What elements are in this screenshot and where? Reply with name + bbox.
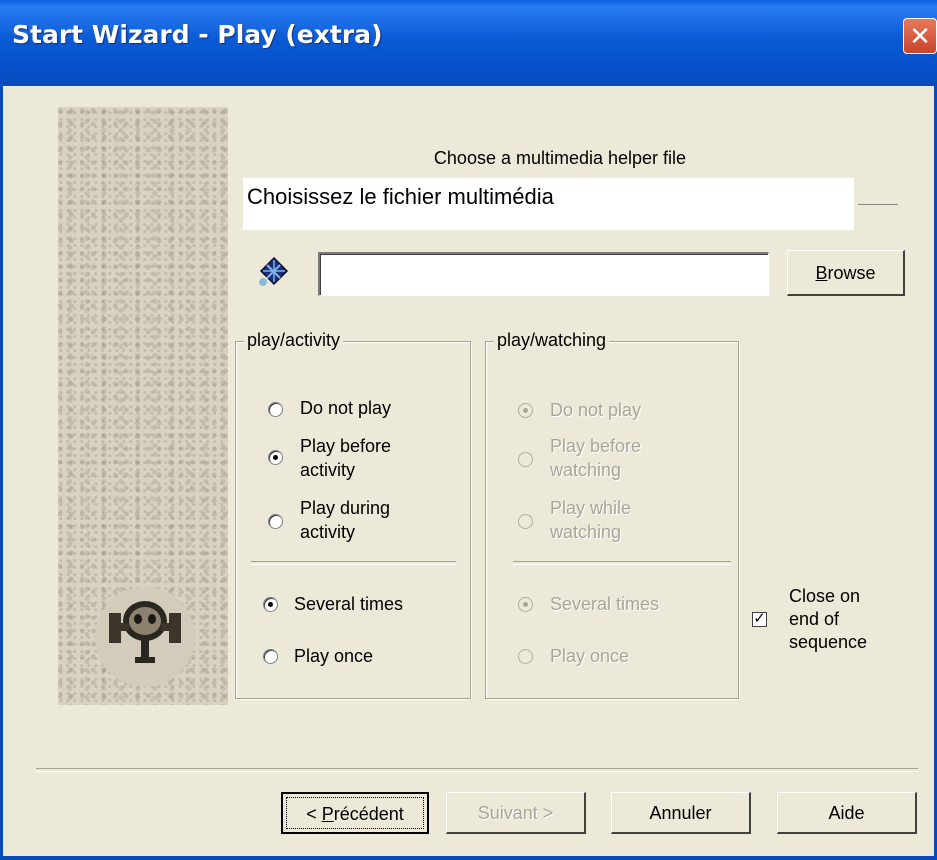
divider [858, 204, 898, 205]
window-title: Start Wizard - Play (extra) [12, 20, 383, 49]
window-border-bottom [0, 856, 937, 860]
play-watching-group: play/watching Do not play Play before wa… [485, 330, 739, 699]
radio-circle[interactable] [263, 597, 278, 612]
help-button[interactable]: Aide [777, 792, 917, 834]
radio-play-before-activity[interactable]: Play before activity [268, 434, 458, 484]
radio-circle[interactable] [518, 403, 533, 418]
radio-circle[interactable] [268, 514, 283, 529]
checkbox-box[interactable]: ✓ [752, 611, 767, 627]
separator [513, 561, 731, 565]
radio-play-during-activity[interactable]: Play during activity [268, 496, 458, 546]
title-bar[interactable]: Start Wizard - Play (extra) ✕ [0, 0, 937, 86]
skull-emblem-icon [95, 587, 195, 687]
bottom-separator [36, 768, 918, 772]
previous-button[interactable]: < Précédent [281, 792, 429, 834]
choose-file-label: Choose a multimedia helper file [433, 148, 687, 168]
window-border-left [0, 86, 3, 860]
group-title: play/activity [244, 330, 344, 351]
focus-rect: < Précédent [286, 797, 424, 829]
radio-play-before-watching[interactable]: Play before watching [518, 434, 718, 484]
close-button[interactable]: ✕ [903, 18, 937, 54]
french-prompt-field: Choisissez le fichier multimédia [243, 178, 854, 230]
file-path-input[interactable] [318, 252, 769, 296]
cancel-button[interactable]: Annuler [611, 792, 751, 834]
radio-circle[interactable] [518, 514, 533, 529]
wizard-window: Start Wizard - Play (extra) ✕ Choose a m… [0, 0, 937, 860]
radio-circle[interactable] [268, 402, 283, 417]
radio-circle[interactable] [518, 597, 533, 612]
radio-play-while-watching[interactable]: Play while watching [518, 496, 718, 546]
radio-circle[interactable] [268, 450, 283, 465]
next-button[interactable]: Suivant > [446, 792, 586, 834]
group-title: play/watching [494, 330, 610, 351]
browse-button[interactable]: Browse [787, 250, 905, 296]
close-on-end-label: Close on end of sequence [789, 586, 868, 652]
radio-circle[interactable] [263, 649, 278, 664]
separator [251, 561, 456, 565]
radio-circle[interactable] [518, 452, 533, 467]
multimedia-file-icon [257, 254, 291, 293]
play-activity-group: play/activity Do not play Play before ac… [235, 330, 471, 699]
radio-circle[interactable] [518, 649, 533, 664]
